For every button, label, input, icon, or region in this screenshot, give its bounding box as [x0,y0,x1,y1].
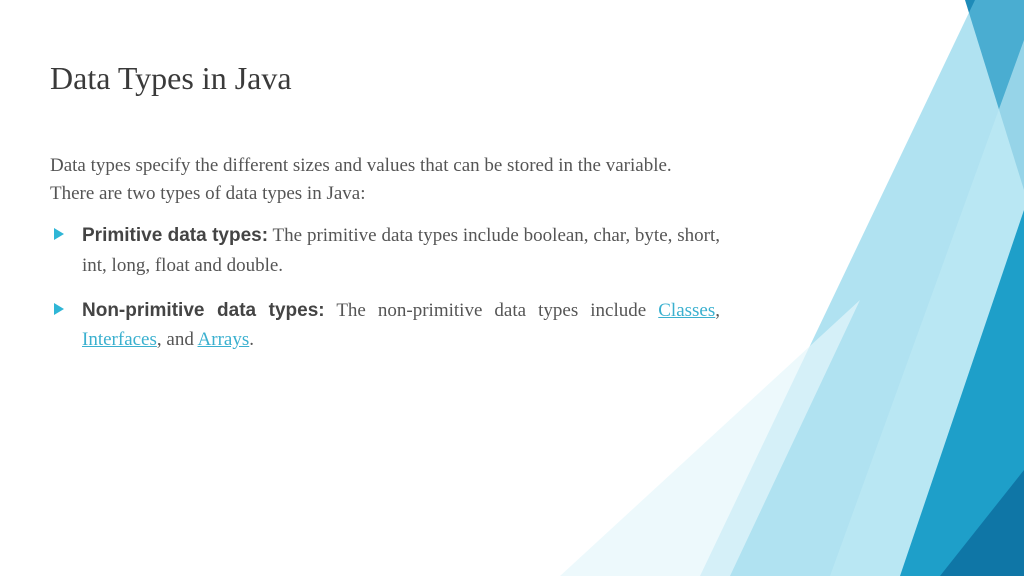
content-area: Data Types in Java Data types specify th… [0,0,780,355]
bullet-label: Primitive data types: [82,225,268,246]
bullet-list: Primitive data types: The primitive data… [50,221,720,355]
intro-text: Data types specify the different sizes a… [50,152,720,207]
bullet-label: Non-primitive data types: [82,300,325,321]
bullet-text: The non-primitive data types include [325,300,659,321]
link-classes[interactable]: Classes [658,300,715,321]
triangle-bullet-icon [54,228,64,240]
triangle-bullet-icon [54,303,64,315]
link-interfaces[interactable]: Interfaces [82,329,157,350]
slide: Data Types in Java Data types specify th… [0,0,1024,576]
list-item: Non-primitive data types: The non-primit… [50,296,720,355]
list-item: Primitive data types: The primitive data… [50,221,720,280]
slide-title: Data Types in Java [50,60,720,97]
link-arrays[interactable]: Arrays [198,329,250,350]
